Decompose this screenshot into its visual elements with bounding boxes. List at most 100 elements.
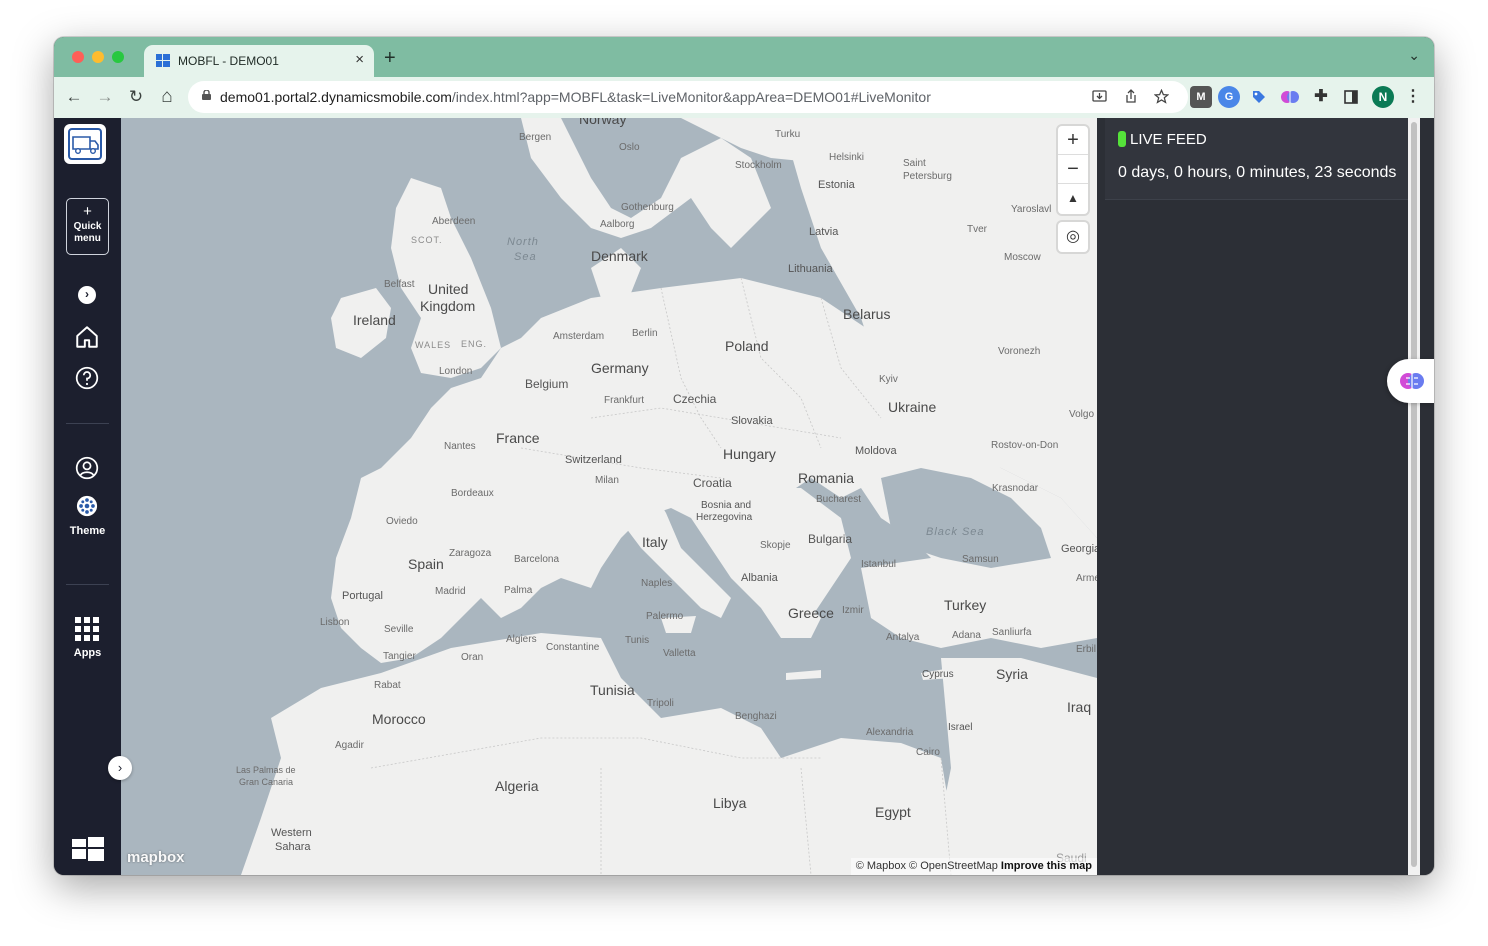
country-label: Latvia <box>809 226 839 238</box>
install-icon[interactable] <box>1092 89 1107 104</box>
country-label: Kingdom <box>420 298 476 314</box>
zoom-out-button[interactable]: − <box>1058 155 1088 184</box>
country-label: Belgium <box>525 377 569 391</box>
city-label: Moscow <box>1004 252 1041 263</box>
extension-tag-icon[interactable] <box>1248 86 1270 108</box>
share-icon[interactable] <box>1124 89 1138 104</box>
panel-scrollbar-thumb[interactable] <box>1411 122 1417 867</box>
city-label: Palma <box>504 585 533 596</box>
sea-label: North <box>507 236 539 248</box>
windows-logo-icon <box>72 837 104 861</box>
reload-button[interactable]: ↻ <box>124 85 148 109</box>
city-label: Rostov-on-Don <box>991 440 1059 451</box>
country-label: Lithuania <box>788 263 833 275</box>
extension-translate-icon[interactable]: G <box>1218 86 1240 108</box>
tab-close-icon[interactable]: × <box>355 51 364 68</box>
side-panel-icon[interactable] <box>1340 86 1362 108</box>
address-bar[interactable]: demo01.portal2.dynamicsmobile.com/index.… <box>188 81 1188 113</box>
city-label: Belfast <box>384 279 415 290</box>
improve-map-link[interactable]: Improve this map <box>1001 860 1092 872</box>
theme-icon[interactable] <box>76 495 98 517</box>
city-label: Algiers <box>506 634 537 645</box>
country-label: Italy <box>642 534 668 550</box>
city-label: Turku <box>775 129 801 140</box>
city-label: Oviedo <box>386 516 418 527</box>
profile-avatar[interactable]: N <box>1372 86 1394 108</box>
collapse-sidebar-button[interactable]: › <box>108 756 132 780</box>
country-label: Tunisia <box>590 682 635 698</box>
browser-tab[interactable]: MOBFL - DEMO01 × <box>144 45 374 77</box>
city-label: Nantes <box>444 441 476 452</box>
country-label: Georgia <box>1061 543 1097 555</box>
mapbox-logo[interactable]: mapbox <box>127 849 185 866</box>
extension-m-icon[interactable]: M <box>1190 86 1212 108</box>
quick-menu-button[interactable]: + Quick menu <box>66 198 109 255</box>
city-label: Antalya <box>886 632 920 643</box>
copilot-button[interactable] <box>1387 359 1434 403</box>
city-label: Skopje <box>760 540 791 551</box>
help-icon[interactable] <box>74 365 100 391</box>
apps-icon[interactable] <box>74 616 100 642</box>
country-label: Norway <box>579 118 627 127</box>
city-label: Gothenburg <box>621 202 674 213</box>
city-label: Voronezh <box>998 346 1041 357</box>
region-label: SCOT. <box>411 235 443 245</box>
star-icon[interactable] <box>1154 89 1169 104</box>
user-icon[interactable] <box>74 455 100 481</box>
close-window-button[interactable] <box>72 51 84 63</box>
sidebar-divider <box>66 423 109 424</box>
compass-button[interactable]: ▲ <box>1058 184 1088 213</box>
country-label: Syria <box>996 666 1028 682</box>
home-button[interactable]: ⌂ <box>155 85 179 109</box>
extension-brain-icon[interactable] <box>1279 86 1301 108</box>
new-tab-button[interactable]: + <box>384 48 396 68</box>
city-label: Tver <box>967 224 987 235</box>
map-attribution: © Mapbox © OpenStreetMap Improve this ma… <box>850 858 1097 875</box>
home-icon[interactable] <box>74 324 100 350</box>
country-label: Herzegovina <box>696 512 753 523</box>
country-label: Libya <box>713 795 747 811</box>
city-label: Saint <box>903 158 926 169</box>
city-label: Palermo <box>646 611 684 622</box>
extensions-puzzle-icon[interactable]: ✚ <box>1310 86 1332 108</box>
back-button[interactable]: ← <box>62 85 86 109</box>
browser-window: MOBFL - DEMO01 × + ⌄ ← → ↻ ⌂ demo01.port… <box>54 37 1434 875</box>
city-label: Amsterdam <box>553 331 605 342</box>
theme-label[interactable]: Theme <box>54 525 121 537</box>
country-label: Iraq <box>1067 699 1092 715</box>
country-label: Ukraine <box>888 399 937 415</box>
city-label: Frankfurt <box>604 395 645 406</box>
expand-menu-button[interactable]: › <box>78 286 96 304</box>
city-label: Yaroslavl <box>1011 204 1052 215</box>
country-label: Czechia <box>673 392 717 406</box>
city-label: Constantine <box>546 642 600 653</box>
city-label: London <box>439 366 473 377</box>
country-label: Bulgaria <box>808 532 853 546</box>
maximize-window-button[interactable] <box>112 51 124 63</box>
tab-list-chevron-icon[interactable]: ⌄ <box>1408 47 1420 64</box>
city-label: Tangier <box>383 651 416 662</box>
quick-menu-label-line2: menu <box>74 233 101 244</box>
country-label: Greece <box>788 605 834 621</box>
geolocate-button[interactable]: ◎ <box>1058 222 1088 252</box>
city-label: Barcelona <box>514 554 560 565</box>
attribution-text[interactable]: © Mapbox © OpenStreetMap <box>856 860 998 872</box>
country-label: Moldova <box>855 445 897 457</box>
city-label: Kyiv <box>879 374 898 385</box>
browser-menu-icon[interactable]: ⋮ <box>1402 86 1424 108</box>
url-host: demo01.portal2.dynamicsmobile.com <box>220 89 452 105</box>
map-view[interactable]: North Sea Black Sea SCOT. WALES ENG. Nor… <box>121 118 1097 875</box>
city-label: Valletta <box>663 648 696 659</box>
country-label: Israel <box>948 722 973 733</box>
live-feed-uptime: 0 days, 0 hours, 0 minutes, 23 seconds <box>1118 164 1397 181</box>
forward-button[interactable]: → <box>93 85 117 109</box>
zoom-in-button[interactable]: + <box>1058 126 1088 155</box>
app-logo[interactable] <box>64 124 106 164</box>
city-label: Samsun <box>962 554 999 565</box>
city-label: Aberdeen <box>432 216 476 227</box>
country-label: Switzerland <box>565 454 622 466</box>
city-label: Petersburg <box>903 171 952 182</box>
tab-strip: MOBFL - DEMO01 × + ⌄ <box>54 37 1434 77</box>
apps-label[interactable]: Apps <box>54 647 121 659</box>
minimize-window-button[interactable] <box>92 51 104 63</box>
